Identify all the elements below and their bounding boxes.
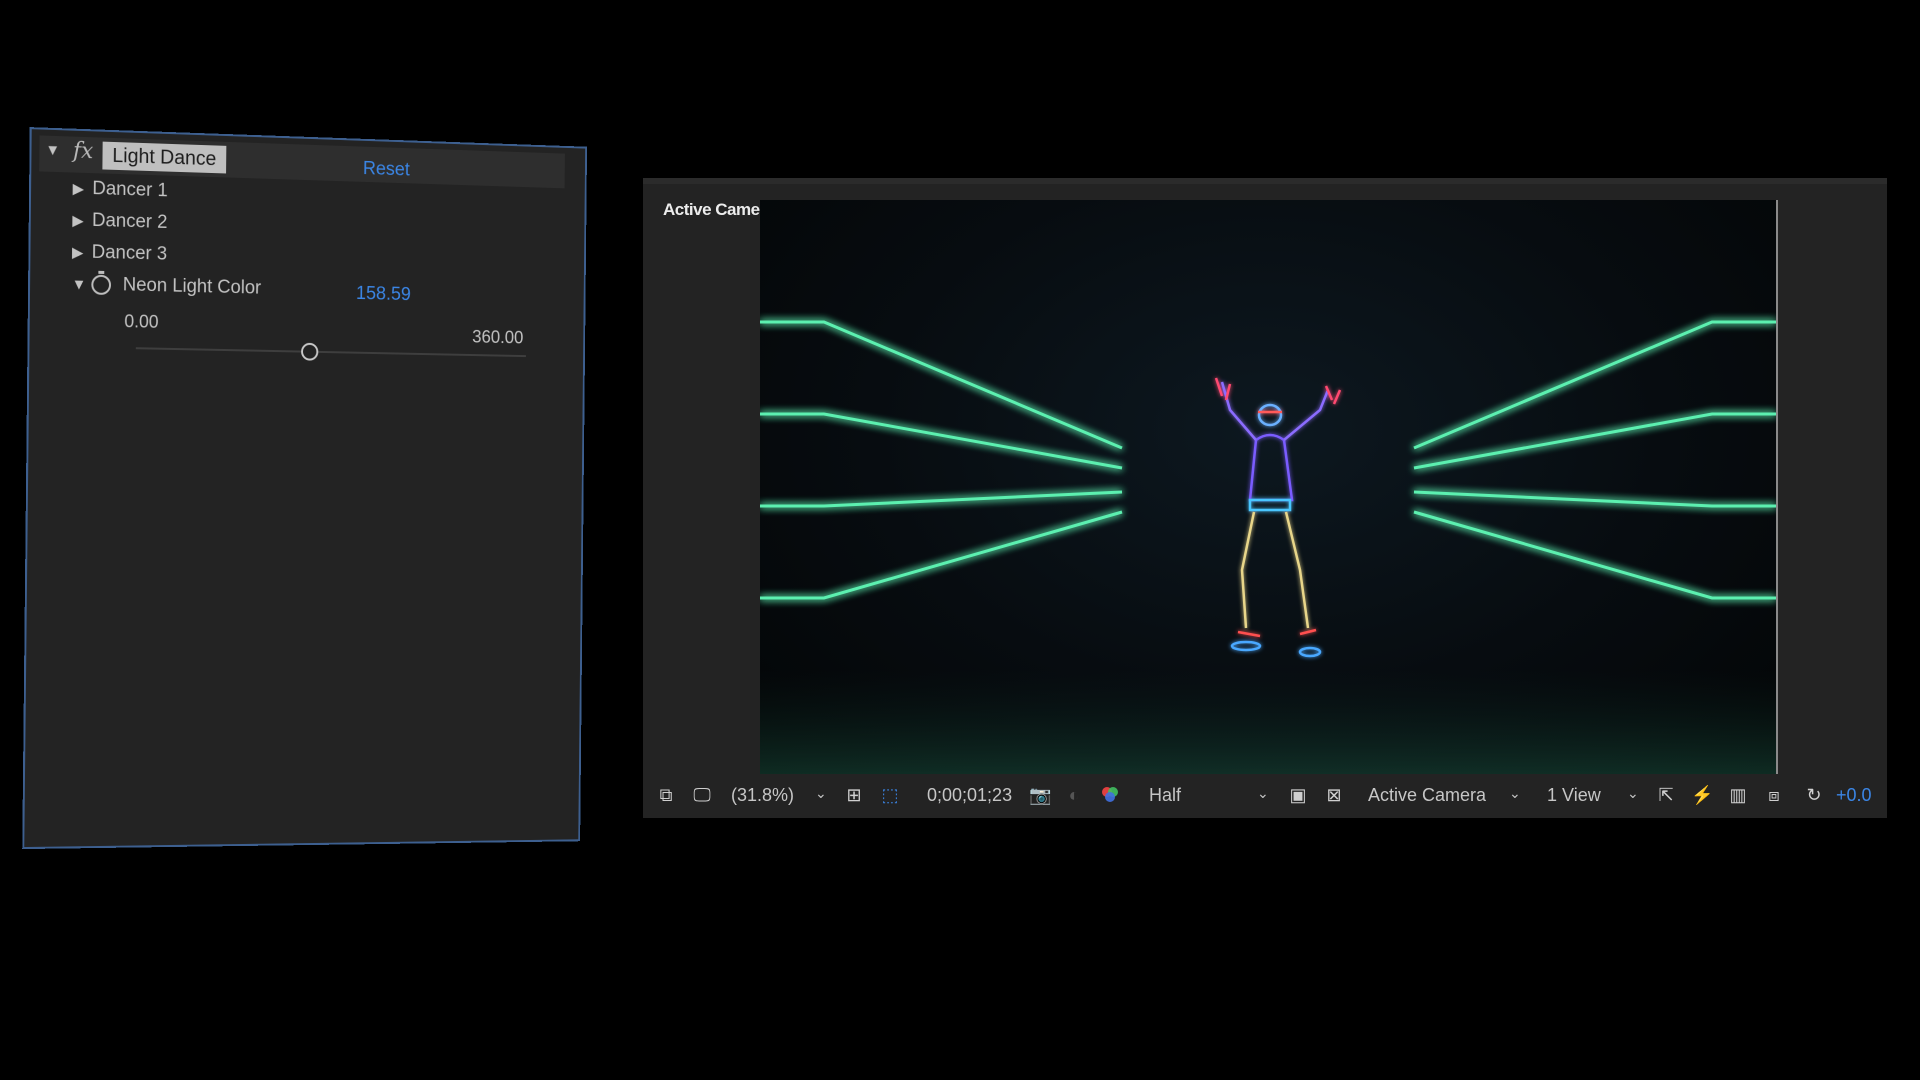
viewer-label: Active Camera xyxy=(663,200,775,219)
viewer-toolbar: ⧉ 🖵 (31.8%) ⌄ ⊞ ⬚ 0;00;01;23 📷 ◐ Half ⌄ … xyxy=(643,774,1887,818)
transparency-grid-icon[interactable]: ⊠ xyxy=(1323,784,1345,806)
mask-visibility-icon[interactable]: ⬚ xyxy=(879,784,901,806)
expand-triangle-icon[interactable]: ▶ xyxy=(72,243,92,261)
timeline-icon[interactable]: ▥ xyxy=(1727,784,1749,806)
property-dancer-2[interactable]: ▶ Dancer 2 xyxy=(72,206,167,237)
region-of-interest-icon[interactable]: ▣ xyxy=(1287,784,1309,806)
camera-select[interactable]: Active Camera xyxy=(1368,785,1486,806)
chevron-down-icon[interactable]: ⌄ xyxy=(1627,786,1641,800)
chevron-down-icon[interactable]: ⌄ xyxy=(1509,786,1523,800)
monitor-icon[interactable]: 🖵 xyxy=(691,784,713,806)
flowchart-icon[interactable]: ⧈ xyxy=(1763,784,1785,806)
expand-triangle-icon[interactable]: ▶ xyxy=(72,211,92,229)
floor-reflection xyxy=(760,670,1776,774)
slider-thumb[interactable] xyxy=(301,342,319,361)
stopwatch-icon[interactable] xyxy=(91,274,112,296)
fx-icon: fx xyxy=(72,138,94,165)
neon-dancer xyxy=(1214,377,1342,658)
neon-scene xyxy=(760,320,1776,774)
property-dancer-3[interactable]: ▶ Dancer 3 xyxy=(72,238,167,268)
composition-canvas[interactable] xyxy=(760,200,1778,774)
slider-min-label: 0.00 xyxy=(124,311,159,332)
expand-triangle-icon[interactable]: ▶ xyxy=(73,179,93,198)
effect-name[interactable]: Light Dance xyxy=(102,141,227,174)
exposure-value[interactable]: +0.0 xyxy=(1836,785,1872,806)
toggle-pixel-aspect-icon[interactable]: ⇱ xyxy=(1655,784,1677,806)
collapse-triangle-icon[interactable]: ▼ xyxy=(72,276,92,293)
chevron-down-icon[interactable]: ⌄ xyxy=(815,786,829,800)
property-dancer-1[interactable]: ▶ Dancer 1 xyxy=(73,174,168,205)
neon-light-color-value[interactable]: 158.59 xyxy=(356,283,411,306)
slider-max-label: 360.00 xyxy=(472,326,524,348)
grid-guides-icon[interactable]: ⊞ xyxy=(843,784,865,806)
camera-snapshot-icon[interactable]: 📷 xyxy=(1029,784,1051,806)
fast-previews-icon[interactable]: ⚡ xyxy=(1691,784,1713,806)
effect-controls-panel: ▼ fx Light Dance Reset ▶ Dancer 1 ▶ Danc… xyxy=(22,127,588,850)
zoom-select[interactable]: (31.8%) xyxy=(731,785,794,806)
resolution-select[interactable]: Half xyxy=(1149,785,1181,806)
always-preview-icon[interactable]: ⧉ xyxy=(655,784,677,806)
color-channels-icon[interactable] xyxy=(1099,784,1121,806)
property-label: Dancer 1 xyxy=(92,178,168,202)
chevron-down-icon[interactable]: ⌄ xyxy=(1257,786,1271,800)
property-label: Dancer 2 xyxy=(91,209,168,233)
show-snapshot-icon[interactable]: ◐ xyxy=(1063,784,1085,806)
property-neon-light-color[interactable]: ▼ Neon Light Color xyxy=(72,270,262,302)
timecode[interactable]: 0;00;01;23 xyxy=(927,785,1012,806)
property-label: Dancer 3 xyxy=(91,241,168,265)
view-layout-select[interactable]: 1 View xyxy=(1547,785,1601,806)
composition-viewer: Active Camera ⧉ 🖵 (31.8%) ⌄ ⊞ ⬚ 0;00;01;… xyxy=(643,178,1887,818)
collapse-triangle-icon[interactable]: ▼ xyxy=(45,142,65,160)
neon-lines-left xyxy=(760,320,1123,600)
slider-track[interactable] xyxy=(135,347,526,358)
reset-button[interactable]: Reset xyxy=(363,158,410,181)
neon-lines-right xyxy=(1413,320,1776,600)
reset-exposure-icon[interactable]: ↻ xyxy=(1803,784,1825,806)
property-label: Neon Light Color xyxy=(122,274,262,299)
